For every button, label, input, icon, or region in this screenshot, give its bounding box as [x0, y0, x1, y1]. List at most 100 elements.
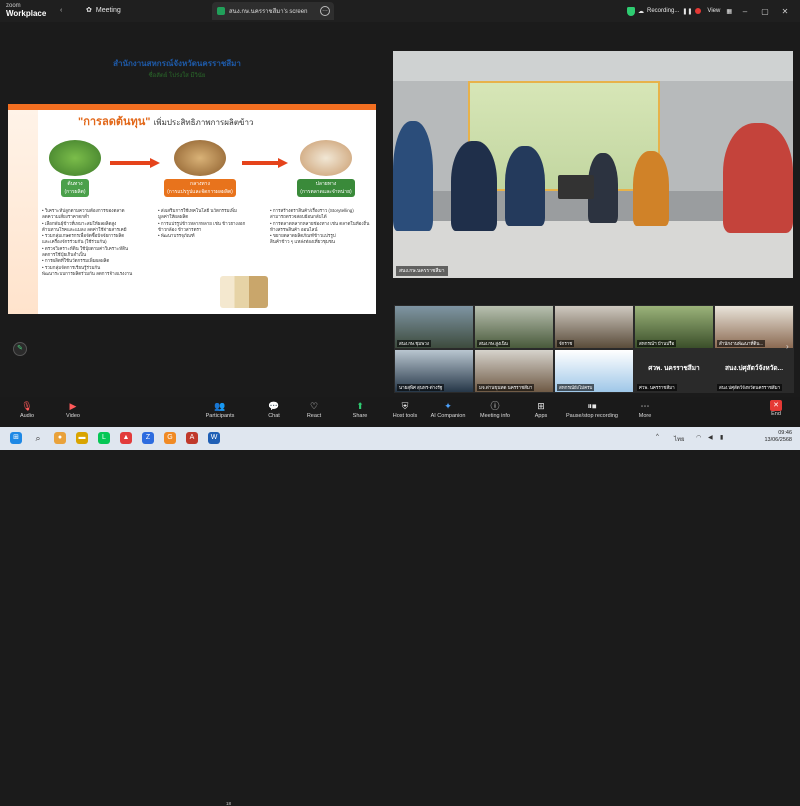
participant-display-name: ศวพ. นครราชสีมา — [648, 365, 700, 372]
zoom-icon[interactable]: Z — [142, 432, 154, 444]
chevron-right-icon[interactable]: › — [786, 342, 789, 351]
pause-icon[interactable]: ❚❚ — [682, 8, 692, 15]
arrow-2-shaft — [242, 161, 278, 165]
person — [723, 123, 793, 233]
slide-side-decoration — [8, 110, 38, 314]
shield-icon — [627, 6, 635, 16]
clock[interactable]: 09:46 13/06/2568 — [764, 430, 792, 444]
word-icon[interactable]: W — [208, 432, 220, 444]
file-explorer-icon[interactable]: ▬ — [76, 432, 88, 444]
share-screen-icon: ⬆ — [356, 401, 364, 411]
battery-icon[interactable]: ▮ — [720, 434, 723, 441]
shared-screen: "การลดต้นทุน" เพิ่มประสิทธิภาพการผลิตข้า… — [8, 104, 376, 314]
language-indicator[interactable]: ไทย — [674, 434, 685, 444]
meeting-tab-label: Meeting — [95, 6, 121, 14]
chat-label: Chat — [268, 413, 280, 419]
participants-button[interactable]: 👥 Participants — [200, 400, 240, 419]
maximize-icon[interactable]: ▢ — [758, 7, 772, 16]
participant-tile[interactable]: นายสุพิศ สุนทร-ต่างรัฐ — [394, 349, 474, 393]
end-icon: ✕ — [770, 400, 782, 411]
app-icon[interactable]: G — [164, 432, 176, 444]
react-button[interactable]: ♡ React — [302, 400, 326, 419]
chevron-up-icon[interactable]: ^ — [656, 434, 659, 440]
react-label: React — [306, 413, 322, 419]
stage-production: ต้นทาง (การผลิต) — [40, 140, 110, 198]
ai-companion-label: AI Companion — [430, 413, 466, 419]
chevron-left-icon[interactable]: ‹ — [60, 7, 62, 14]
stage-production-label: ต้นทาง (การผลิต) — [61, 179, 89, 197]
participant-name: สำนักงานพัฒนาที่ดิน... — [717, 340, 766, 347]
slide-title: "การลดต้นทุน" เพิ่มประสิทธิภาพการผลิตข้า… — [78, 112, 376, 130]
info-icon: ⓘ — [490, 401, 500, 411]
grid-icon[interactable]: ▦ — [726, 8, 732, 15]
participant-tile[interactable]: มจ.ด่านขุนทด นครราชสีมา — [474, 349, 554, 393]
stage-marketing-label: ปลายทาง (การตลาดและจำหน่าย) — [297, 179, 355, 197]
pause-stop-recording-button[interactable]: ⏸⏹ Pause/stop recording — [562, 400, 622, 419]
ai-companion-button[interactable]: ✦ AI Companion — [428, 400, 468, 419]
video-button[interactable]: ▶ Video — [60, 400, 86, 419]
arrow-1-shaft — [110, 161, 150, 165]
host-tools-button[interactable]: ⛨ Host tools — [389, 400, 421, 419]
pause-stop-recording-label: Pause/stop recording — [566, 413, 618, 419]
slide-title-main: "การลดต้นทุน" — [78, 116, 151, 128]
acrobat-icon[interactable]: A — [186, 432, 198, 444]
zoom-brand: zoom Workplace — [6, 2, 46, 18]
rice-sacks-image — [220, 276, 268, 308]
search-icon[interactable]: ⌕ — [32, 432, 44, 444]
main-video[interactable] — [393, 51, 793, 278]
cloud-icon: ☁ — [638, 8, 644, 15]
chrome-icon[interactable]: ● — [54, 432, 66, 444]
participant-tile[interactable]: สำนักงานพัฒนาที่ดิน... — [714, 305, 794, 349]
recording-indicator[interactable]: ☁ Recording... ❚❚ — [627, 6, 702, 16]
participants-icon: 👥 — [214, 401, 226, 411]
stage-processing-label: กลางทาง (การแปรรูปและจัดการผลผลิต) — [164, 179, 236, 197]
rice-field-image — [49, 140, 101, 176]
more-options-icon[interactable]: … — [320, 6, 330, 16]
app-icon[interactable]: ▲ — [120, 432, 132, 444]
slide-top-bar — [8, 104, 376, 110]
audio-button[interactable]: 🎙 Audio — [14, 400, 40, 419]
slide-bullet-line: • การตลาดหลากหลายช่องทาง เช่น ตลาดในท้อง… — [270, 220, 370, 226]
heart-icon: ♡ — [309, 401, 319, 411]
end-label: End — [771, 411, 781, 417]
participant-tile[interactable]: สหกรณ์ยังไม่ครบ — [554, 349, 634, 393]
more-button[interactable]: ⋯ More — [634, 400, 656, 419]
slide-title-rest: เพิ่มประสิทธิภาพการผลิตข้าว — [153, 118, 254, 127]
participant-tile[interactable]: สนง.ปศุสัตว์จังหวัด... สนง.ปศุสัตว์จังหว… — [714, 349, 794, 393]
video-label: Video — [66, 413, 80, 419]
line-icon[interactable]: L — [98, 432, 110, 444]
participant-name: สนง.กษ.สูงเนิน — [477, 340, 510, 347]
share-tab-label: สนง.กษ.นครราชสีมา's screen — [229, 9, 308, 15]
apps-button[interactable]: ⊞ Apps — [530, 400, 552, 419]
recording-label: Recording... — [647, 8, 680, 14]
share-button[interactable]: ⬆ Share — [348, 400, 372, 419]
participant-name: ศวพ. นครราชสีมา — [637, 384, 677, 391]
chat-icon: 💬 — [268, 401, 280, 411]
rice-grain-image — [174, 140, 226, 176]
banner-title: สำนักงานสหกรณ์จังหวัดนครราชสีมา — [113, 59, 241, 68]
windows-start-icon[interactable]: ⊞ — [10, 432, 22, 444]
speaker-icon[interactable]: ◀ — [708, 434, 713, 441]
participant-tile[interactable]: สหกรณ์ฯ บ้านปรือ — [634, 305, 714, 349]
participant-tile[interactable]: ศวพ. นครราชสีมา ศวพ. นครราชสีมา — [634, 349, 714, 393]
end-button[interactable]: ✕ End — [766, 400, 786, 417]
title-bar: zoom Workplace ‹ ✿ Meeting สนง.กษ.นครราช… — [0, 0, 800, 22]
wifi-icon[interactable]: ◠ — [696, 434, 701, 441]
share-screen-tab[interactable]: สนง.กษ.นครราชสีมา's screen … — [212, 2, 334, 20]
apps-icon: ⊞ — [537, 401, 545, 411]
chat-button[interactable]: 💬 Chat — [262, 400, 286, 419]
slide-bullet-line: • พัฒนาบรรจุภัณฑ์ — [158, 233, 195, 239]
meeting-tab[interactable]: ✿ Meeting — [86, 6, 121, 15]
participant-tile[interactable]: สนง.กษ.สูงเนิน — [474, 305, 554, 349]
slide-bullet-line: • การแปรรูปข้าวหลากหลาย เช่น ข้าวฮางงอก — [158, 220, 246, 226]
close-icon[interactable]: ✕ — [778, 7, 792, 16]
participant-name: สหกรณ์ยังไม่ครบ — [557, 384, 595, 391]
participant-name: สนง.ปศุสัตว์จังหวัดนครราชสีมา — [717, 384, 783, 391]
slide-bullet-line: สินค้าข้าว ๆ แหล่งท่องเที่ยวชุมชน — [270, 239, 335, 245]
minimize-icon[interactable]: – — [738, 7, 752, 16]
participant-tile[interactable]: สนง.กษ.ชุมพวง — [394, 305, 474, 349]
meeting-info-button[interactable]: ⓘ Meeting info — [477, 400, 513, 419]
annotate-pencil-icon[interactable]: ✎ — [13, 342, 27, 356]
view-button[interactable]: View — [707, 8, 720, 14]
participant-tile[interactable]: จักราช — [554, 305, 634, 349]
